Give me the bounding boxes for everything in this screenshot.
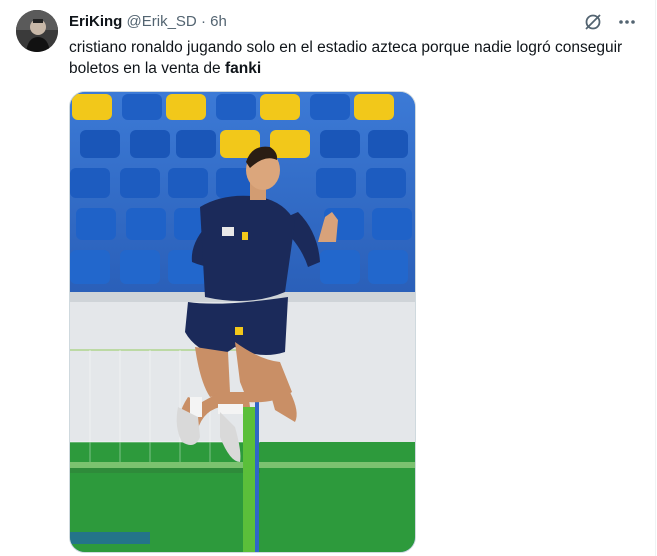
tweet-actions	[581, 10, 639, 34]
tweet-header: EriKing @Erik_SD · 6h	[69, 12, 227, 32]
separator-dot: ·	[200, 13, 206, 30]
grok-icon[interactable]	[581, 10, 605, 34]
avatar-image	[16, 10, 58, 52]
tweet-text: cristiano ronaldo jugando solo en el est…	[69, 37, 629, 79]
tweet[interactable]: EriKing @Erik_SD · 6h cristiano ronaldo …	[0, 0, 656, 556]
tweet-text-main: cristiano ronaldo jugando solo en el est…	[69, 39, 623, 77]
stadium-photo	[70, 92, 415, 552]
avatar[interactable]	[16, 10, 58, 52]
author-handle[interactable]: @Erik_SD	[127, 13, 197, 30]
tweet-text-bold[interactable]: fanki	[225, 60, 261, 77]
author-name[interactable]: EriKing	[69, 13, 122, 30]
more-icon[interactable]	[615, 10, 639, 34]
timestamp[interactable]: 6h	[210, 13, 227, 30]
tweet-photo[interactable]	[69, 91, 416, 553]
